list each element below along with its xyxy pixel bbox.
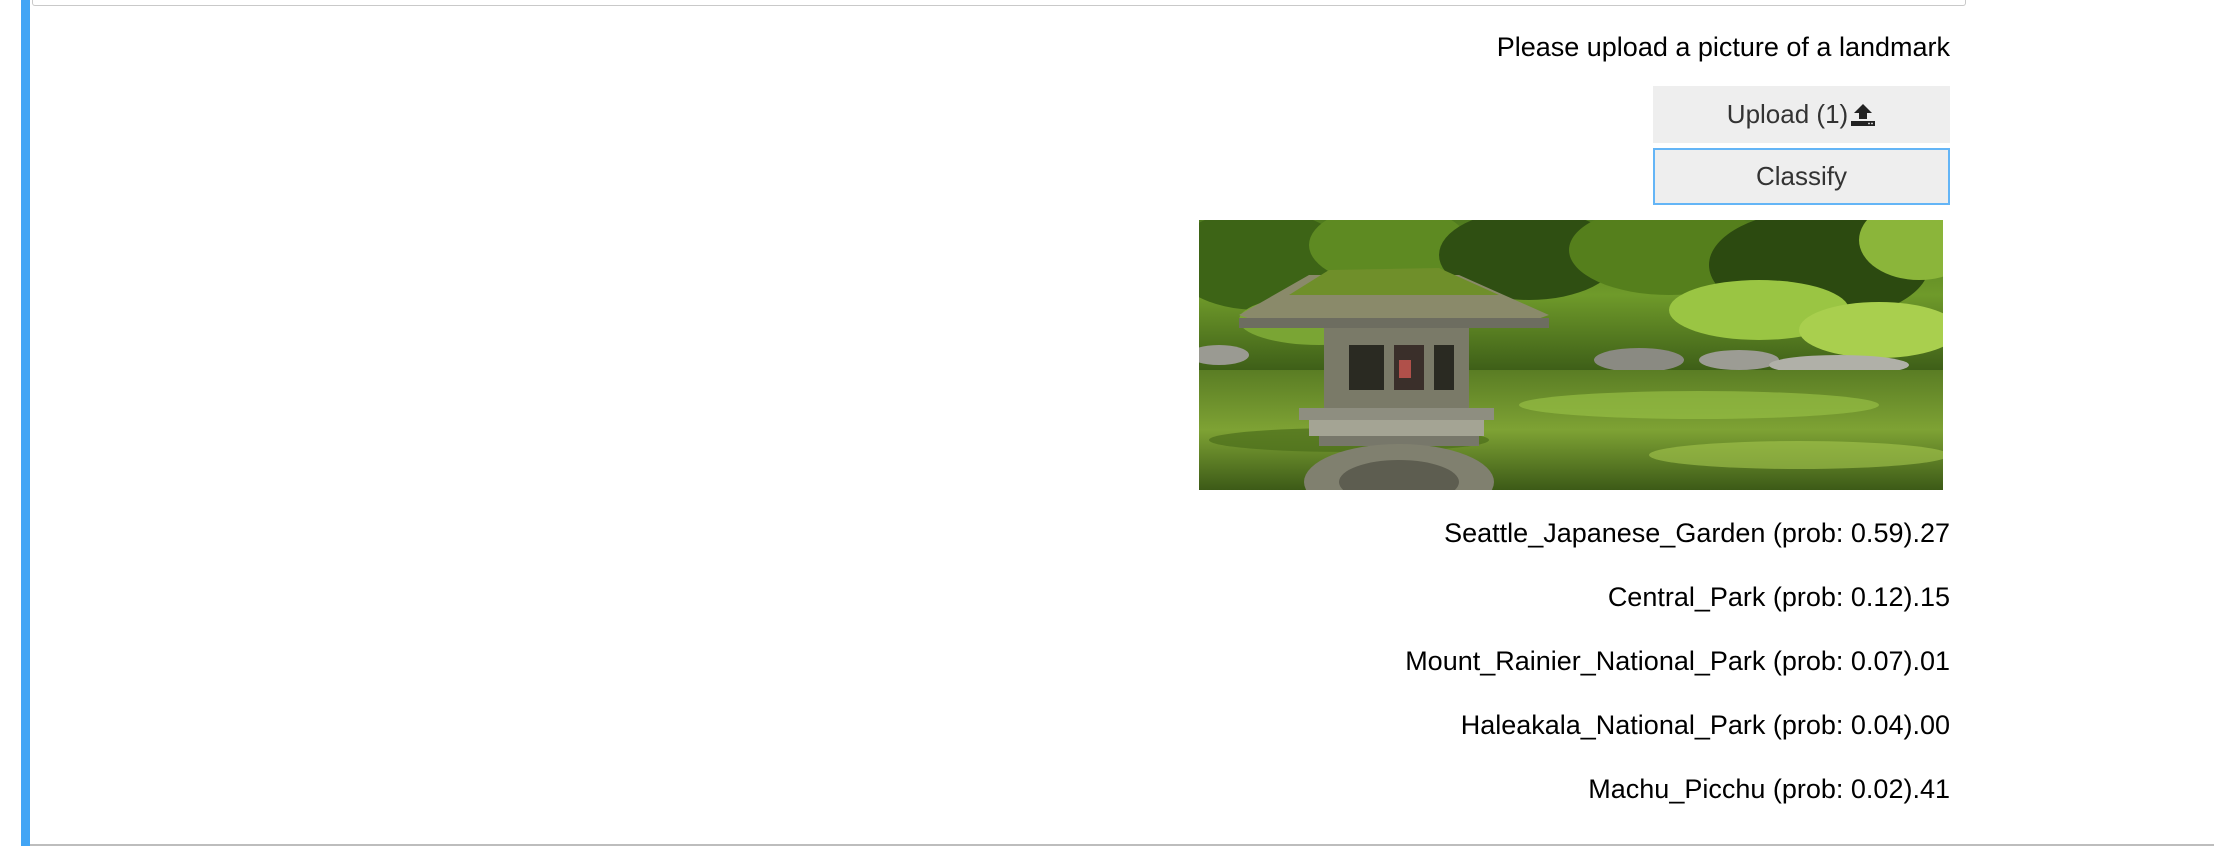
classify-button[interactable]: Classify <box>1653 148 1950 205</box>
upload-button[interactable]: Upload (1) <box>1653 86 1950 143</box>
upload-icon <box>1851 103 1876 126</box>
prediction-result-4: Haleakala_National_Park (prob: 0.04).00 <box>1460 710 1950 740</box>
prediction-result-5: Machu_Picchu (prob: 0.02).41 <box>1588 774 1950 804</box>
widget-output-area: Please upload a picture of a landmark Up… <box>30 0 2214 844</box>
upload-button-label: Upload (1) <box>1726 99 1849 129</box>
upload-prompt-label: Please upload a picture of a landmark <box>1496 32 1950 62</box>
classify-button-label: Classify <box>1755 161 1847 191</box>
cell-selection-bar <box>21 0 30 846</box>
notebook-output-cell: Please upload a picture of a landmark Up… <box>0 0 2214 866</box>
prediction-result-2: Central_Park (prob: 0.12).15 <box>1607 582 1950 612</box>
prediction-result-1: Seattle_Japanese_Garden (prob: 0.59).27 <box>1444 518 1950 548</box>
prediction-result-3: Mount_Rainier_National_Park (prob: 0.07)… <box>1405 646 1950 676</box>
japanese-garden-lantern-image <box>1199 220 1943 490</box>
cell-bottom-border <box>30 844 2214 846</box>
uploaded-image-preview <box>1199 220 1943 490</box>
